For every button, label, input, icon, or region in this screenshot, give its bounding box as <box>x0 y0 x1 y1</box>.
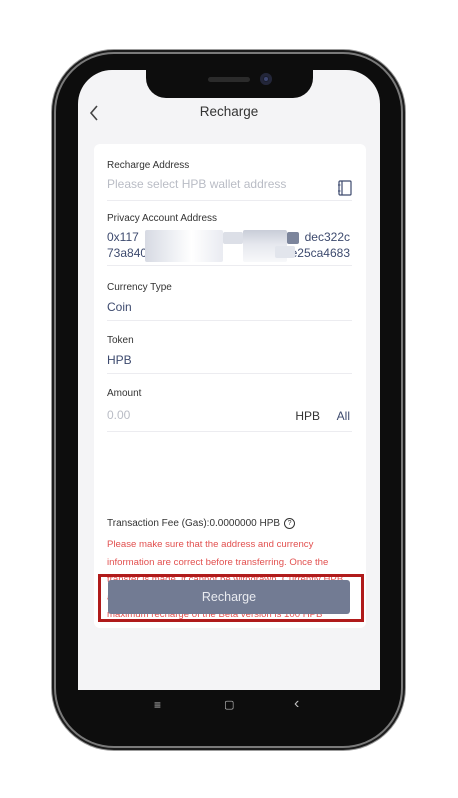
address-line1-end: dec322c <box>304 230 350 244</box>
amount-unit: HPB <box>295 409 320 423</box>
currency-type-value[interactable]: Coin <box>107 300 352 314</box>
divider <box>107 265 352 266</box>
recharge-button[interactable]: Recharge <box>108 580 350 614</box>
privacy-address-field: Privacy Account Address 0x117 dec322c 73… <box>107 213 352 267</box>
divider <box>107 431 352 432</box>
power-button <box>401 210 404 280</box>
divider <box>107 200 352 201</box>
token-value[interactable]: HPB <box>107 353 352 367</box>
page-title: Recharge <box>199 104 259 119</box>
redaction-mask <box>145 230 223 262</box>
recharge-address-field: Recharge Address Please select HPB walle… <box>107 160 352 201</box>
amount-field: Amount 0.00 HPB All <box>107 388 352 432</box>
transaction-fee: Transaction Fee (Gas):0.0000000 HPB? <box>107 518 296 529</box>
address-line2-end: e25ca4683 <box>290 246 350 260</box>
token-field: Token HPB <box>107 335 352 375</box>
home-icon[interactable]: ▢ <box>224 698 234 711</box>
redaction-mask <box>275 246 295 258</box>
back-nav-icon[interactable]: ‹ <box>294 695 299 713</box>
front-camera <box>260 73 272 85</box>
divider <box>107 373 352 374</box>
header-bar: Recharge <box>78 100 380 126</box>
redaction-mask <box>223 232 243 244</box>
fee-text: Transaction Fee (Gas):0.0000000 HPB <box>107 518 281 529</box>
recharge-address-input[interactable]: Please select HPB wallet address <box>107 177 352 191</box>
privacy-address-value: 0x117 dec322c 73a840 e25ca4683 <box>107 230 352 266</box>
recharge-form: Recharge Address Please select HPB walle… <box>94 144 366 628</box>
address-line1-start: 0x117 <box>107 230 139 244</box>
recharge-address-label: Recharge Address <box>107 160 190 171</box>
phone-notch <box>146 69 313 98</box>
redaction-mask <box>287 232 299 244</box>
privacy-address-label: Privacy Account Address <box>107 213 218 224</box>
help-icon[interactable]: ? <box>284 518 296 529</box>
earpiece-speaker <box>208 77 250 82</box>
menu-icon[interactable]: ≡ <box>154 698 161 712</box>
currency-type-field: Currency Type Coin <box>107 282 352 322</box>
system-nav-bar: ≡ ▢ ‹ <box>78 690 380 720</box>
divider <box>107 320 352 321</box>
currency-type-label: Currency Type <box>107 282 172 293</box>
address-line2-start: 73a840 <box>107 246 148 260</box>
address-book-icon[interactable] <box>338 180 352 196</box>
token-label: Token <box>107 335 134 346</box>
all-button[interactable]: All <box>337 409 350 423</box>
amount-label: Amount <box>107 388 142 399</box>
